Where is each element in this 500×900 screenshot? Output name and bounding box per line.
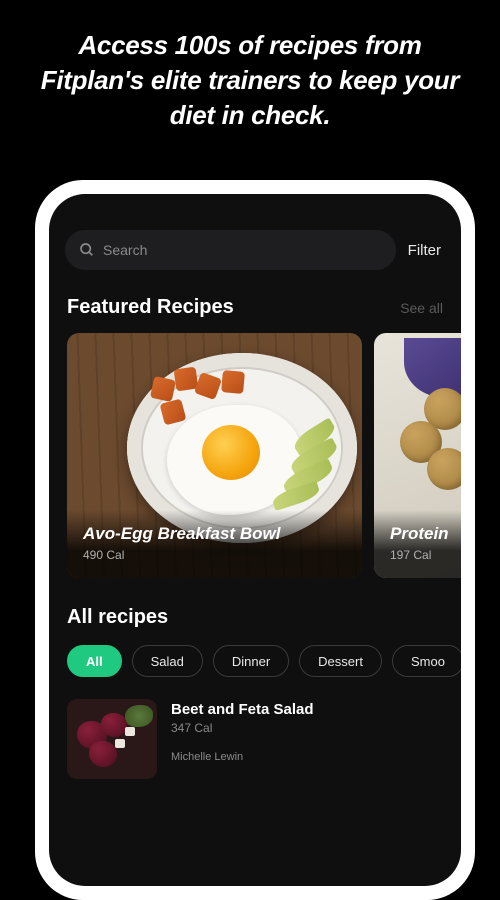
recipe-title: Avo-Egg Breakfast Bowl [83, 524, 346, 544]
chip-smoothie[interactable]: Smoo [392, 645, 461, 677]
phone-frame: Search Filter Featured Recipes See all A… [35, 180, 475, 900]
filter-button[interactable]: Filter [408, 242, 445, 259]
item-title: Beet and Feta Salad [171, 701, 443, 718]
featured-title: Featured Recipes [67, 296, 234, 319]
app-screen: Search Filter Featured Recipes See all A… [49, 194, 461, 886]
chip-salad[interactable]: Salad [132, 645, 203, 677]
chip-dessert[interactable]: Dessert [299, 645, 382, 677]
featured-carousel[interactable]: Avo-Egg Breakfast Bowl 490 Cal Protein 1… [49, 333, 461, 578]
search-row: Search Filter [49, 230, 461, 270]
list-item[interactable]: Beet and Feta Salad 347 Cal Michelle Lew… [49, 699, 461, 779]
search-icon [79, 242, 95, 258]
item-info: Beet and Feta Salad 347 Cal Michelle Lew… [171, 699, 443, 779]
item-author: Michelle Lewin [171, 751, 443, 763]
featured-card[interactable]: Avo-Egg Breakfast Bowl 490 Cal [67, 333, 362, 578]
promo-headline: Access 100s of recipes from Fitplan's el… [0, 0, 500, 153]
chip-dinner[interactable]: Dinner [213, 645, 289, 677]
chip-all[interactable]: All [67, 645, 122, 677]
search-input[interactable]: Search [65, 230, 396, 270]
search-placeholder: Search [103, 242, 147, 258]
see-all-link[interactable]: See all [400, 300, 443, 316]
recipe-title: Protein [390, 524, 458, 544]
recipe-thumb [67, 699, 157, 779]
item-calories: 347 Cal [171, 721, 443, 735]
recipe-calories: 197 Cal [390, 548, 458, 562]
all-recipes-title: All recipes [49, 606, 461, 629]
featured-card[interactable]: Protein 197 Cal [374, 333, 461, 578]
category-chips: All Salad Dinner Dessert Smoo [49, 645, 461, 677]
recipe-calories: 490 Cal [83, 548, 346, 562]
featured-header: Featured Recipes See all [49, 296, 461, 319]
